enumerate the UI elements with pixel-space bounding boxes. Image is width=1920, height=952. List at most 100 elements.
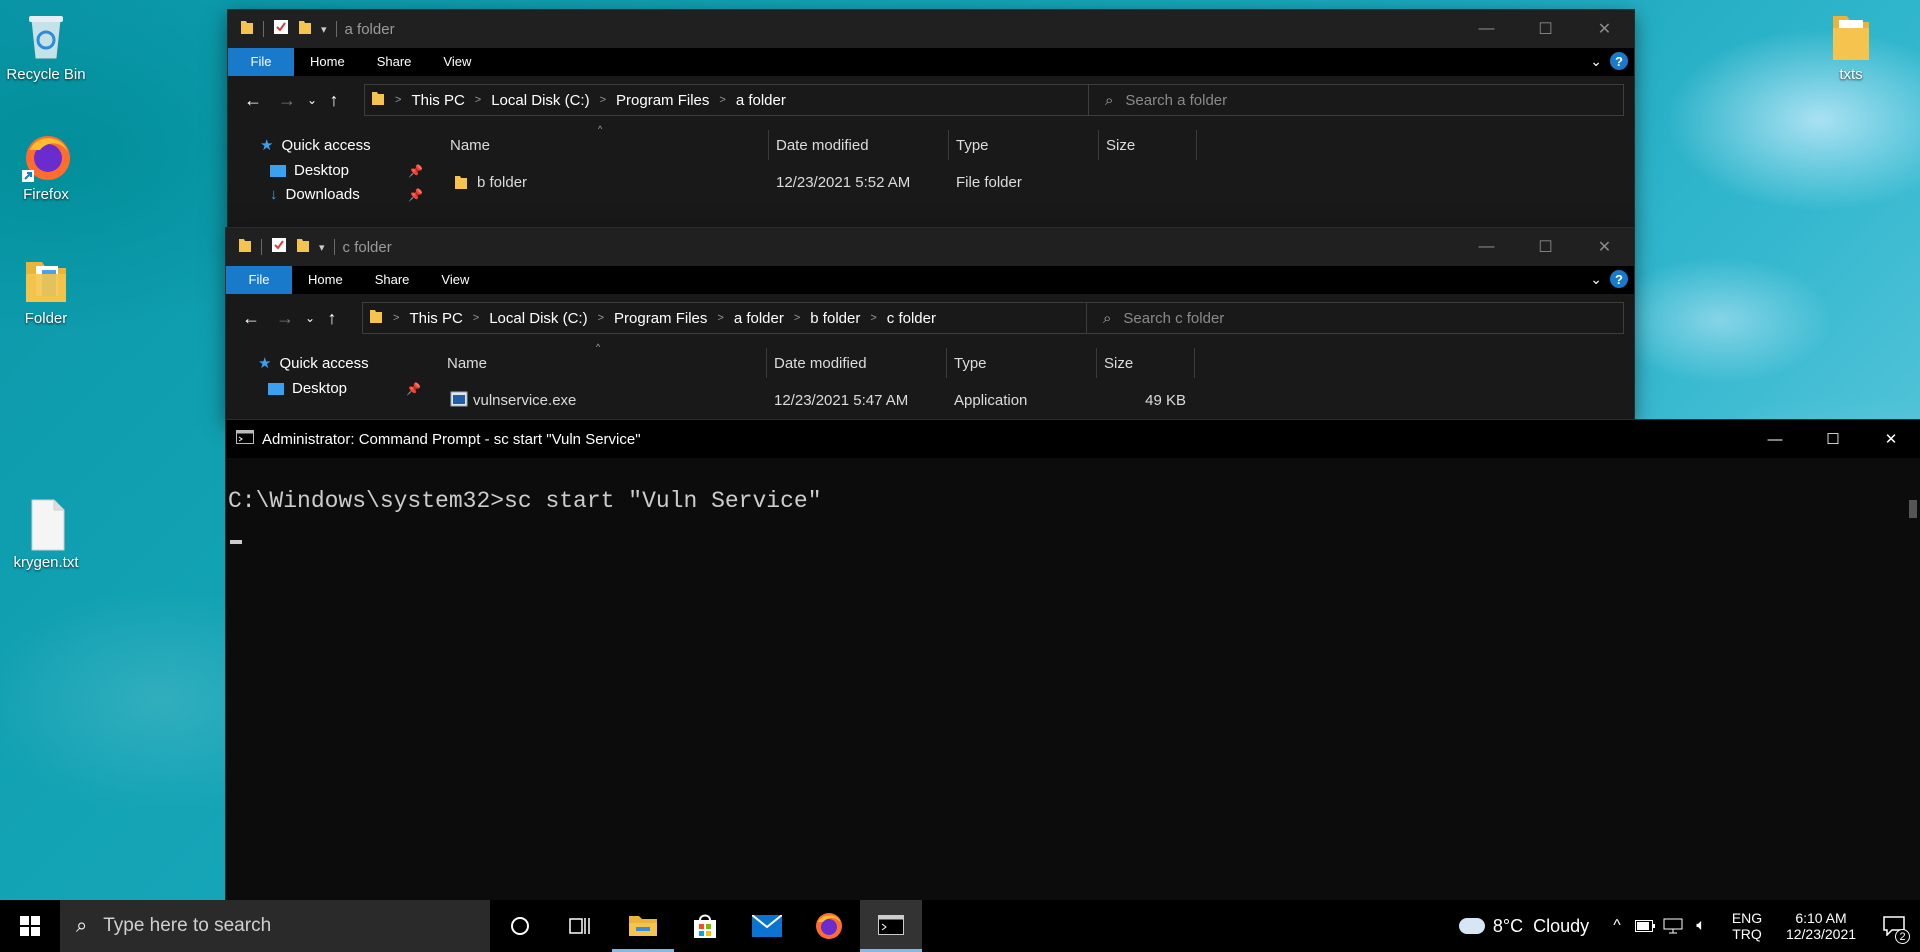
column-separator[interactable]: [1098, 130, 1099, 160]
explorer-window-c-folder[interactable]: ▾ c folder — ☐ ✕ File Home Share View ⌄ …: [226, 228, 1634, 420]
chevron-right-icon[interactable]: >: [395, 94, 401, 106]
breadcrumb-a-folder[interactable]: a folder: [736, 92, 786, 109]
tab-view[interactable]: View: [427, 48, 487, 76]
title-bar[interactable]: ▾ a folder — ☐ ✕: [228, 10, 1634, 48]
breadcrumb-b-folder[interactable]: b folder: [810, 310, 860, 327]
command-prompt-window[interactable]: Administrator: Command Prompt - sc start…: [226, 420, 1920, 900]
up-icon[interactable]: ↑: [320, 90, 348, 111]
minimize-icon[interactable]: —: [1457, 10, 1516, 48]
console-output[interactable]: C:\Windows\system32>sc start "Vuln Servi…: [228, 488, 822, 514]
close-icon[interactable]: ✕: [1575, 10, 1634, 48]
taskbar-firefox[interactable]: [798, 900, 860, 952]
explorer-window-a-folder[interactable]: ▾ a folder — ☐ ✕ File Home Share View ⌄ …: [228, 10, 1634, 230]
back-icon[interactable]: ←: [236, 90, 270, 111]
chevron-right-icon[interactable]: >: [870, 312, 876, 324]
desktop-icon-recycle-bin[interactable]: Recycle Bin: [6, 8, 86, 83]
minimize-icon[interactable]: —: [1457, 228, 1516, 266]
taskbar-file-explorer[interactable]: [612, 900, 674, 952]
taskbar-mail[interactable]: [736, 900, 798, 952]
desktop-icon-krygen-txt[interactable]: krygen.txt: [6, 496, 86, 571]
breadcrumb-local-disk[interactable]: Local Disk (C:): [491, 92, 589, 109]
desktop-icon-firefox[interactable]: Firefox: [6, 128, 86, 203]
column-separator[interactable]: [1194, 348, 1195, 378]
chevron-right-icon[interactable]: >: [393, 312, 399, 324]
help-icon[interactable]: ?: [1610, 270, 1628, 288]
help-icon[interactable]: ?: [1610, 52, 1628, 70]
nav-desktop[interactable]: Desktop: [270, 162, 349, 179]
column-header-name[interactable]: Name: [450, 137, 490, 154]
tab-file[interactable]: File: [228, 48, 294, 76]
pin-icon[interactable]: 📌: [408, 164, 423, 178]
taskbar-search[interactable]: ⌕ Type here to search: [60, 900, 490, 952]
start-button[interactable]: [0, 900, 60, 952]
breadcrumb-this-pc[interactable]: This PC: [411, 92, 464, 109]
desktop-icon-folder[interactable]: Folder: [6, 252, 86, 327]
input-language[interactable]: ENG TRQ: [1724, 900, 1770, 952]
nav-quick-access[interactable]: ★ Quick access: [258, 354, 369, 373]
column-separator[interactable]: [946, 348, 947, 378]
maximize-icon[interactable]: ☐: [1804, 420, 1862, 458]
nav-downloads[interactable]: ↓ Downloads: [270, 186, 360, 203]
pin-icon[interactable]: 📌: [406, 382, 421, 396]
breadcrumb-program-files[interactable]: Program Files: [616, 92, 709, 109]
forward-icon[interactable]: →: [268, 308, 302, 329]
tab-file[interactable]: File: [226, 266, 292, 294]
scrollbar[interactable]: [1906, 458, 1920, 900]
tab-home[interactable]: Home: [292, 266, 359, 294]
column-separator[interactable]: [948, 130, 949, 160]
title-bar[interactable]: Administrator: Command Prompt - sc start…: [226, 420, 1920, 458]
new-folder-icon[interactable]: [296, 237, 310, 258]
tab-share[interactable]: Share: [361, 48, 428, 76]
minimize-icon[interactable]: —: [1746, 420, 1804, 458]
column-separator[interactable]: [766, 348, 767, 378]
column-header-type[interactable]: Type: [954, 355, 987, 372]
network-icon[interactable]: [1660, 900, 1686, 952]
forward-icon[interactable]: →: [270, 90, 304, 111]
back-icon[interactable]: ←: [234, 308, 268, 329]
weather-widget[interactable]: 8°C Cloudy: [1454, 900, 1594, 952]
task-view-button[interactable]: [550, 900, 610, 952]
column-header-type[interactable]: Type: [956, 137, 989, 154]
breadcrumb-this-pc[interactable]: This PC: [409, 310, 462, 327]
nav-desktop[interactable]: Desktop: [268, 380, 347, 397]
pin-icon[interactable]: 📌: [408, 188, 423, 202]
clock[interactable]: 6:10 AM 12/23/2021: [1776, 900, 1866, 952]
up-icon[interactable]: ↑: [318, 308, 346, 329]
nav-quick-access[interactable]: ★ Quick access: [260, 136, 371, 155]
maximize-icon[interactable]: ☐: [1516, 10, 1575, 48]
maximize-icon[interactable]: ☐: [1516, 228, 1575, 266]
chevron-right-icon[interactable]: >: [719, 94, 725, 106]
close-icon[interactable]: ✕: [1575, 228, 1634, 266]
chevron-right-icon[interactable]: >: [473, 312, 479, 324]
taskbar-store[interactable]: [674, 900, 736, 952]
cortana-button[interactable]: [490, 900, 550, 952]
column-separator[interactable]: [768, 130, 769, 160]
properties-icon[interactable]: [273, 19, 289, 40]
search-box[interactable]: ⌕ Search c folder: [1086, 302, 1624, 334]
chevron-right-icon[interactable]: >: [598, 312, 604, 324]
column-header-name[interactable]: Name: [447, 355, 487, 372]
tab-home[interactable]: Home: [294, 48, 361, 76]
scrollbar-thumb[interactable]: [1909, 500, 1917, 518]
column-header-size[interactable]: Size: [1106, 137, 1135, 154]
customize-quick-access-icon[interactable]: ▾: [319, 241, 325, 254]
title-bar[interactable]: ▾ c folder — ☐ ✕: [226, 228, 1634, 266]
taskbar-command-prompt[interactable]: [860, 900, 922, 952]
column-separator[interactable]: [1096, 348, 1097, 378]
expand-ribbon-icon[interactable]: ⌄: [1590, 53, 1602, 70]
chevron-right-icon[interactable]: >: [475, 94, 481, 106]
chevron-right-icon[interactable]: >: [794, 312, 800, 324]
search-box[interactable]: ⌕ Search a folder: [1088, 84, 1624, 116]
breadcrumb-program-files[interactable]: Program Files: [614, 310, 707, 327]
column-separator[interactable]: [1196, 130, 1197, 160]
properties-icon[interactable]: [271, 237, 287, 258]
chevron-right-icon[interactable]: >: [600, 94, 606, 106]
show-hidden-icons[interactable]: ^: [1606, 900, 1628, 952]
tab-view[interactable]: View: [425, 266, 485, 294]
tab-share[interactable]: Share: [359, 266, 426, 294]
chevron-right-icon[interactable]: >: [717, 312, 723, 324]
recent-locations-icon[interactable]: ⌄: [302, 311, 318, 325]
new-folder-icon[interactable]: [298, 19, 312, 40]
breadcrumb-a-folder[interactable]: a folder: [734, 310, 784, 327]
column-header-date[interactable]: Date modified: [774, 355, 867, 372]
